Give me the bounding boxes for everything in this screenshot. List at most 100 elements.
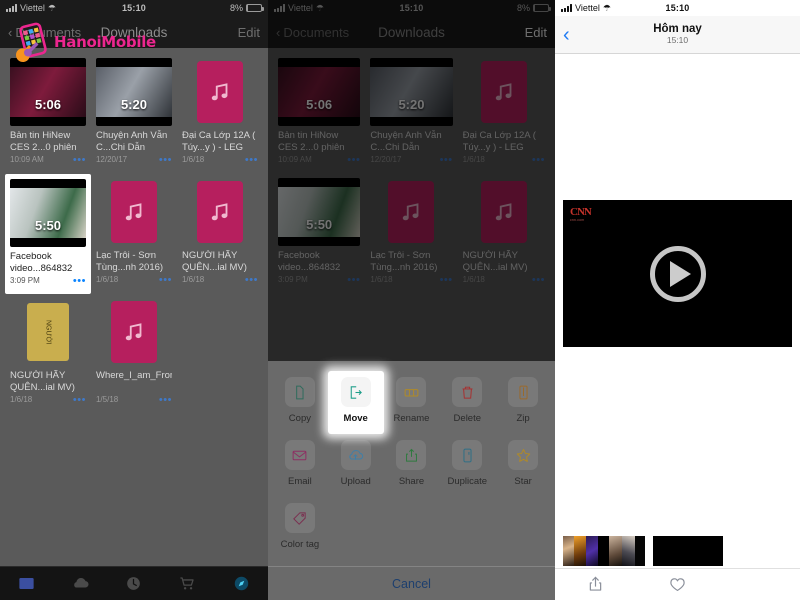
file-cell[interactable]: 5:06 Bản tin HiNew CES 2...0 phiên 10:09 A… [5,54,91,174]
file-date: 1/6/18 [95,275,119,284]
cloud-upload-icon [340,440,371,470]
recent-tab[interactable] [107,574,161,593]
music-note-icon [125,203,142,221]
edit-button[interactable]: Edit [525,25,547,40]
share-box-icon [396,440,427,470]
play-button-icon[interactable] [649,245,706,302]
file-date: 1/6/18 [10,395,33,404]
signal-bars-icon [561,4,572,12]
favorite-button[interactable] [637,575,719,594]
thumbnail[interactable] [622,536,635,566]
action-label: Delete [453,413,482,424]
thumbnail[interactable] [598,536,609,566]
video-player[interactable]: CNN cnn.com [563,200,792,347]
tab-bar [0,566,268,600]
panel-action-sheet: Viettel ☂ 15:10 8% ‹ Documents Downloads… [268,0,555,600]
share-button[interactable] [555,575,637,594]
wifi-icon: ☂ [602,2,611,13]
thumbnail[interactable] [563,536,574,566]
action-label: Rename [393,413,430,424]
battery-percent: 8% [229,3,243,13]
file-meta: 12/20/17 ••• [96,154,172,165]
watermark: HanoiMobile [12,22,156,62]
file-menu-button[interactable]: ••• [245,154,258,165]
star-icon [508,440,539,470]
file-menu-button[interactable]: ••• [159,154,172,165]
music-thumbnail [182,178,258,246]
file-cell[interactable]: NGƯỜI HÃY QUÊN...ial MV) 1/6/18 ••• [177,174,263,294]
action-duplicate[interactable]: Duplicate [439,434,495,497]
thumbnail[interactable] [586,536,598,566]
chevron-left-icon[interactable]: ‹ [563,25,570,45]
conversation-time: 15:10 [666,35,689,46]
thumbnail-strip[interactable] [563,536,792,566]
nav-center: Hôm nay 15:10 [555,23,800,46]
file-menu-button[interactable]: ••• [159,394,172,405]
thumbnail-selected[interactable] [653,536,723,566]
cloud-tab[interactable] [54,574,108,593]
file-name: Chuyện Anh Vẫn C...Chi Dẫn [95,130,168,153]
thumbnail[interactable] [635,536,645,566]
battery-icon [245,4,264,12]
music-file-tile [110,181,157,243]
file-cell[interactable]: Lạc Trôi - Sơn Tùng...nh 2016) 1/6/18 ••• [91,174,177,294]
file-menu-button[interactable]: ••• [159,274,172,285]
edit-button[interactable]: Edit [238,25,260,40]
action-move[interactable]: Move [327,371,384,434]
cancel-button[interactable]: Cancel [268,566,555,600]
action-zip[interactable]: Zip [495,371,551,434]
action-upload[interactable]: Upload [328,434,384,497]
music-file-tile [196,61,243,123]
music-thumbnail [182,58,258,126]
file-menu-button[interactable]: ••• [245,274,258,285]
file-date: 10:09 AM [10,155,44,164]
rename-tag-icon [396,377,427,407]
action-share[interactable]: Share [384,434,440,497]
action-copy[interactable]: Copy [272,371,328,434]
file-cell[interactable]: Where_I_am_From 1/5/18 ••• [91,294,177,414]
trash-icon [452,377,483,407]
cnn-logo-sub: cnn.com [570,218,585,222]
carrier-label: Viettel [20,3,45,13]
file-date: 1/6/18 [181,275,205,284]
documents-tab[interactable] [0,574,54,593]
documents-app-dimmed: Viettel ☂ 15:10 8% ‹ Documents Downloads… [268,0,555,600]
conversation-title: Hôm nay [653,23,702,35]
file-meta: 10:09 AM ••• [10,154,86,165]
color-tag-icon [284,503,315,533]
file-menu-button[interactable]: ••• [73,275,86,286]
action-label: Color tag [280,539,320,550]
folder-icon [19,577,34,590]
action-email[interactable]: Email [272,434,328,497]
action-star[interactable]: Star [495,434,551,497]
file-meta: 3:09 PM ••• [10,275,86,286]
action-label: Zip [516,413,530,424]
file-cell[interactable]: 5:20 Chuyện Anh Vẫn C...Chi Dẫn 12/20/17 ••… [91,54,177,174]
file-meta: 1/6/18 ••• [95,274,172,285]
file-cell[interactable]: NGƯỜI NGƯỜI HÃY QUÊN...ial MV) 1/6/18 ••• [5,294,91,414]
browser-tab[interactable] [214,574,268,593]
file-name: Lạc Trôi - Sơn Tùng...nh 2016) [95,250,164,273]
file-date: 3:09 PM [10,276,40,285]
file-cell[interactable]: 5:50 Facebook video...864832 3:09 PM ••• [5,174,91,294]
file-cell[interactable]: Đại Ca Lớp 12A ( Túy...y ) - LEG 1/6/18 ••… [177,54,263,174]
file-name: Bản tin HiNew CES 2...0 phiên [10,130,77,153]
status-bar: Viettel ☂ 15:10 8% [0,0,268,16]
messages-app: Viettel ☂ 15:10 ‹ Hôm nay 15:10 CNN cnn.… [555,0,800,600]
thumbnail[interactable] [574,536,586,566]
thumbnail[interactable] [609,536,622,566]
action-grid: Copy Move Rename Delete Zip Email Upload Share D… [268,361,555,566]
store-tab[interactable] [161,574,215,593]
action-delete[interactable]: Delete [439,371,495,434]
video-duration: 5:50 [34,218,61,233]
action-color-tag[interactable]: Color tag [272,497,328,560]
wifi-icon: ☂ [47,2,56,13]
document-file-tile: NGƯỜI [26,303,69,361]
action-rename[interactable]: Rename [384,371,440,434]
phone-wrench-logo [12,22,52,62]
action-label: Copy [288,413,311,424]
file-menu-button[interactable]: ••• [73,394,86,405]
duplicate-icon [452,440,483,470]
file-menu-button[interactable]: ••• [73,154,86,165]
carrier-label: Viettel [575,3,600,13]
